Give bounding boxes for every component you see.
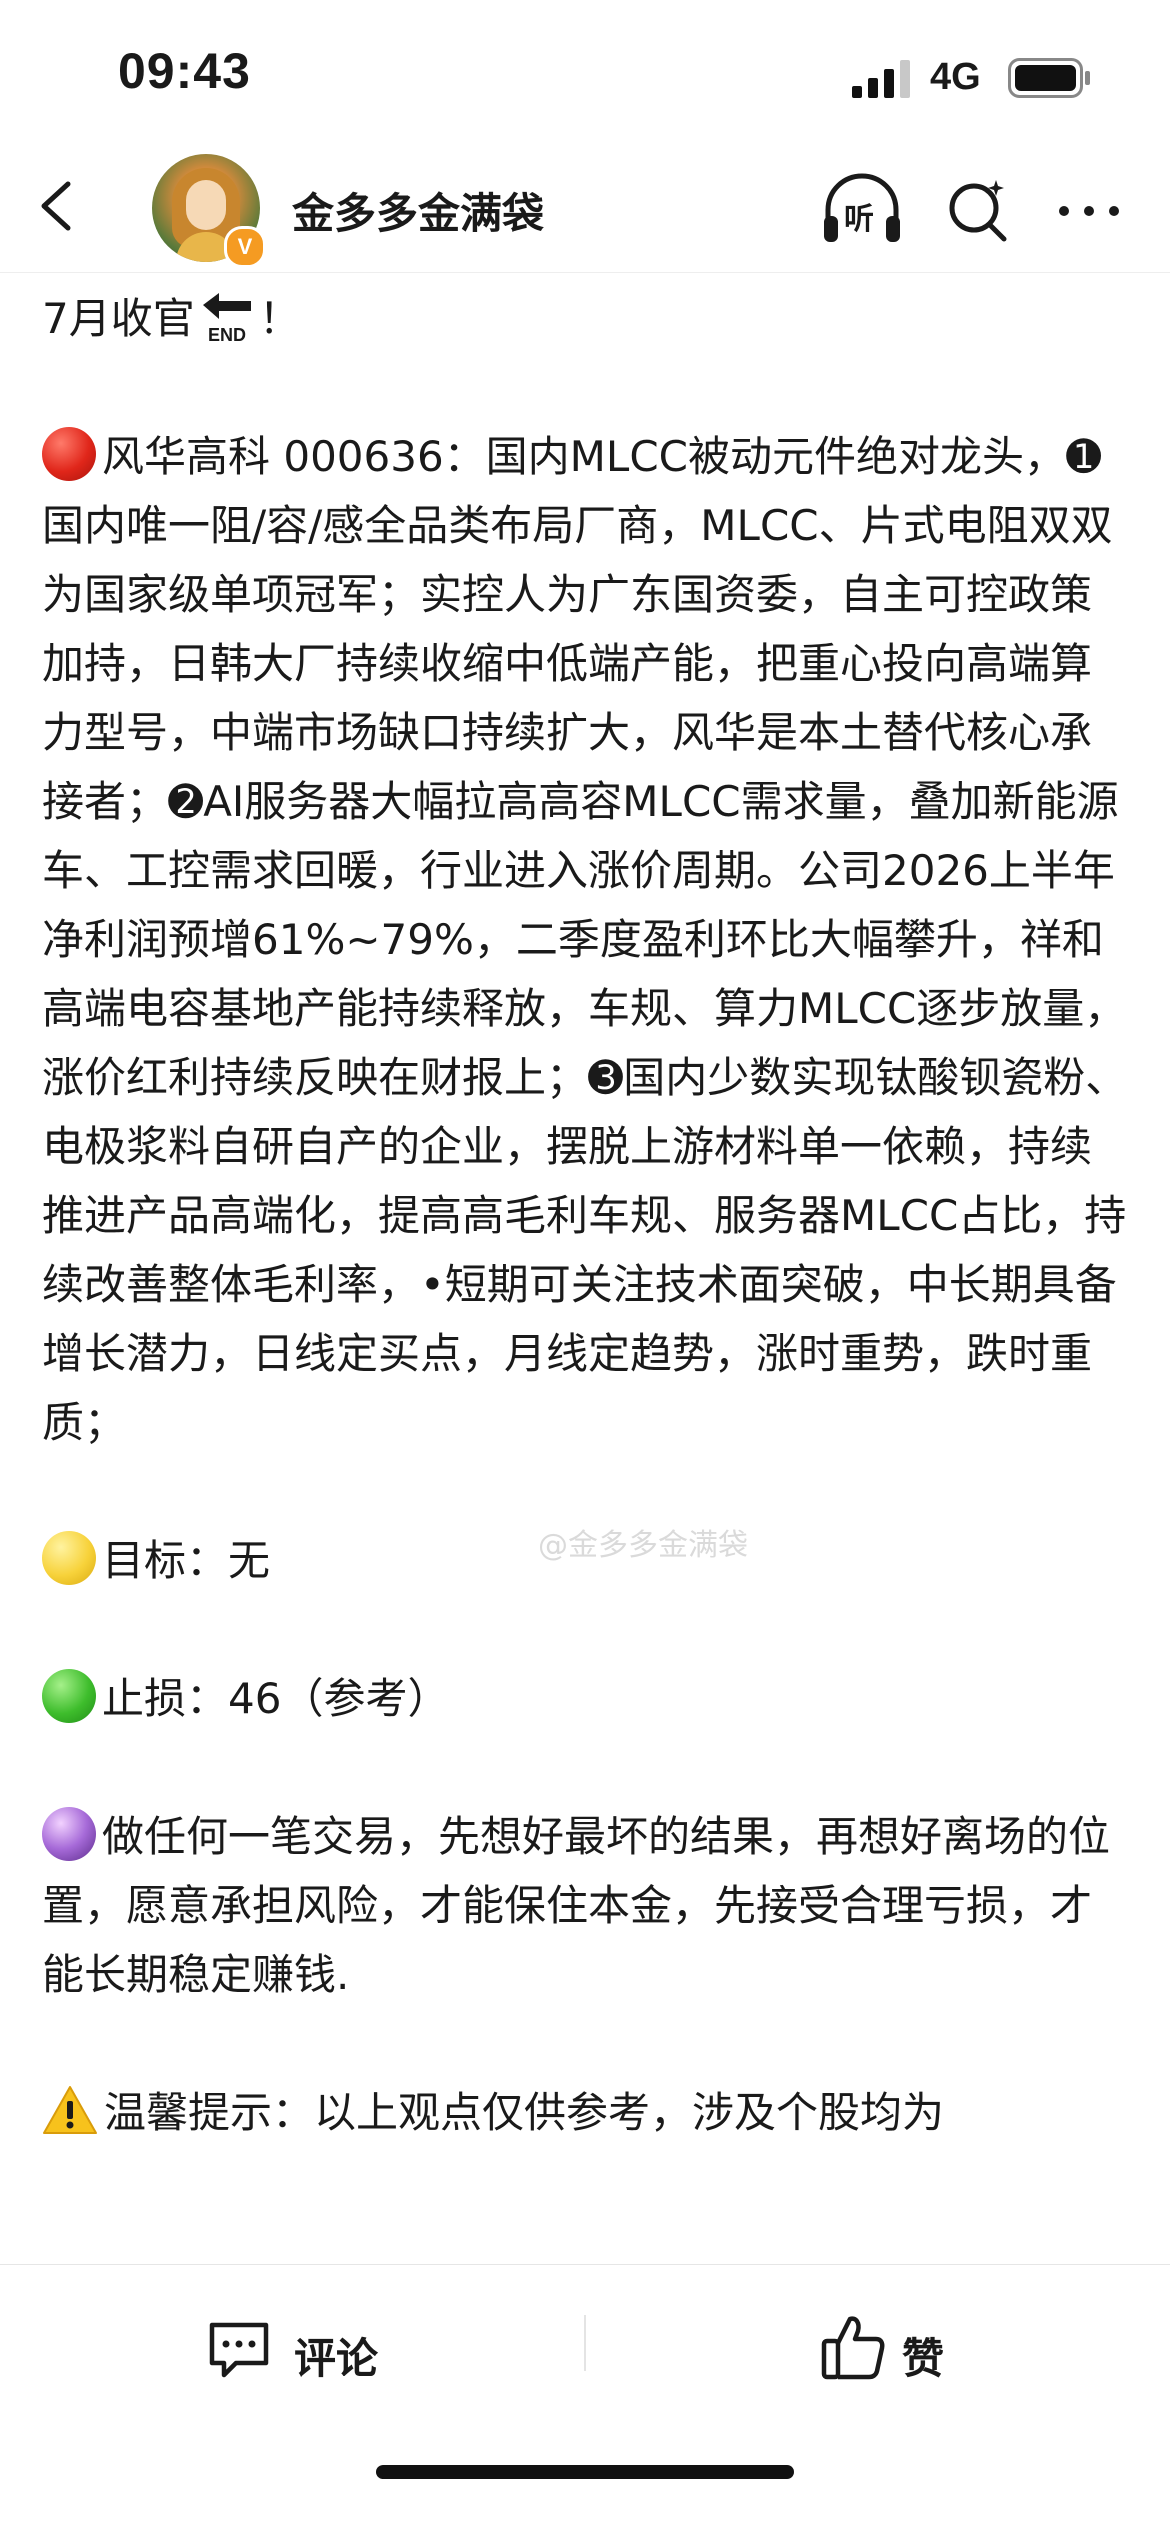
crystal-ball-icon: [42, 1807, 96, 1861]
stoploss-text: 止损：46（参考）: [102, 1674, 450, 1723]
back-button[interactable]: [28, 176, 88, 236]
stock-analysis-paragraph: 风华高科 000636：国内MLCC被动元件绝对龙头，➊国内唯一阻/容/感全品类…: [42, 422, 1132, 1457]
end-arrow-icon: END: [202, 293, 251, 345]
home-indicator[interactable]: [376, 2465, 794, 2479]
nav-bar: V 金多多金满袋 听: [0, 150, 1170, 273]
network-type: 4G: [930, 56, 981, 98]
post-title-suffix: ！: [258, 294, 301, 343]
target-text: 目标：无: [102, 1536, 271, 1585]
listen-button[interactable]: 听: [820, 170, 904, 250]
bar-divider: [584, 2315, 586, 2371]
signal-icon: [852, 60, 910, 98]
stock-analysis-text: 风华高科 000636：国内MLCC被动元件绝对龙头，➊国内唯一阻/容/感全品类…: [42, 432, 1128, 1447]
more-options-button[interactable]: [1054, 186, 1124, 236]
warning-text: 温馨提示：以上观点仅供参考，涉及个股均为: [104, 2088, 945, 2137]
comment-button[interactable]: 评论: [206, 2315, 406, 2385]
stoploss-line: 止损：46（参考）: [42, 1664, 1132, 1733]
post-title-prefix: 7月收官: [42, 294, 195, 343]
bottom-action-bar: 评论 赞: [0, 2264, 1170, 2533]
thumbs-up-icon: [821, 2316, 885, 2380]
red-circle-icon: [42, 427, 96, 481]
advice-paragraph: 做任何一笔交易，先想好最坏的结果，再想好离场的位置，愿意承担风险，才能保住本金，…: [42, 1802, 1132, 2009]
listen-label: 听: [844, 202, 874, 237]
warning-paragraph: 温馨提示：以上观点仅供参考，涉及个股均为: [42, 2078, 1132, 2147]
green-circle-icon: [42, 1669, 96, 1723]
status-time: 09:43: [118, 43, 251, 99]
search-button[interactable]: [944, 176, 1012, 244]
status-bar: 09:43 4G: [0, 0, 1170, 150]
like-label: 赞: [902, 2334, 945, 2383]
warning-icon: [43, 2086, 97, 2134]
like-button[interactable]: 赞: [820, 2313, 980, 2385]
comment-bubble-icon: [209, 2322, 269, 2378]
verified-badge: V: [224, 226, 266, 268]
yellow-circle-icon: [42, 1531, 96, 1585]
avatar[interactable]: V: [152, 154, 266, 268]
post-content: 7月收官 END ！ 风华高科 000636：国内MLCC被动元件绝对龙头，➊国…: [42, 284, 1132, 2264]
svg-text:END: END: [208, 325, 246, 345]
post-title: 7月收官 END ！: [42, 284, 1132, 353]
target-line: 目标：无: [42, 1526, 1132, 1595]
account-name[interactable]: 金多多金满袋: [292, 180, 544, 241]
comment-label: 评论: [294, 2334, 379, 2383]
battery-icon: [1008, 58, 1090, 98]
advice-text: 做任何一笔交易，先想好最坏的结果，再想好离场的位置，愿意承担风险，才能保住本金，…: [42, 1812, 1111, 1999]
